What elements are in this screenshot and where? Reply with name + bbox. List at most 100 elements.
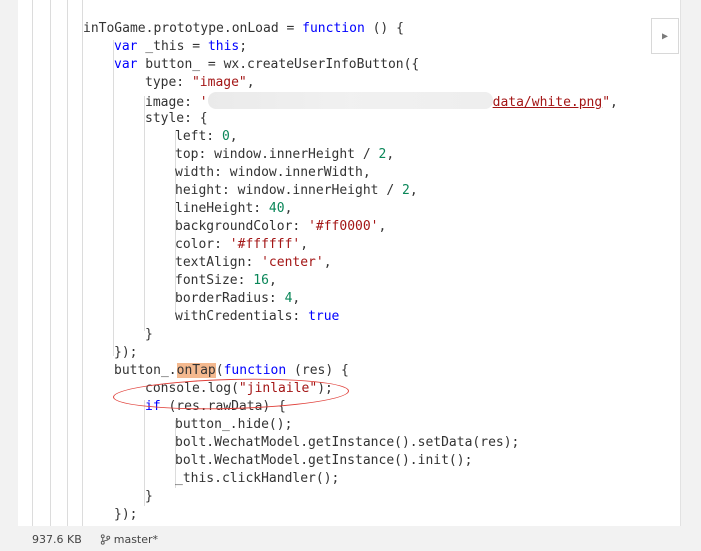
code-token: 2 bbox=[401, 183, 410, 198]
code-line: type: "image", bbox=[145, 74, 255, 92]
code-token: () { bbox=[364, 21, 404, 36]
code-token: , bbox=[386, 147, 395, 162]
code-line: withCredentials: true bbox=[175, 308, 339, 326]
code-token: onTap bbox=[176, 363, 216, 378]
code-token: '#ff0000' bbox=[308, 219, 379, 234]
code-token: style: { bbox=[145, 111, 208, 126]
code-token: color: bbox=[175, 237, 230, 252]
code-line: width: window.innerWidth, bbox=[175, 164, 371, 182]
indent-guide bbox=[67, 0, 68, 526]
code-token: 16 bbox=[253, 273, 269, 288]
branch-indicator[interactable]: master* bbox=[100, 533, 158, 546]
code-token: , bbox=[284, 201, 293, 216]
code-token: lineHeight: bbox=[175, 201, 269, 216]
code-token: button_ = wx.createUserInfoButton({ bbox=[137, 57, 420, 72]
code-line: height: window.innerHeight / 2, bbox=[175, 182, 418, 200]
code-token: (res) { bbox=[286, 363, 349, 378]
code-token: top: window.innerHeight / bbox=[175, 147, 379, 162]
code-token: left: bbox=[175, 129, 222, 144]
code-token bbox=[207, 92, 493, 109]
code-line: var _this = this; bbox=[114, 38, 247, 56]
code-token: , bbox=[292, 291, 301, 306]
code-token: ( bbox=[215, 363, 224, 378]
code-token: width: window.innerWidth, bbox=[175, 165, 371, 180]
code-token: backgroundColor: bbox=[175, 219, 309, 234]
code-line: } bbox=[145, 326, 153, 344]
code-token: image: bbox=[145, 95, 200, 110]
code-token: button_.hide(); bbox=[175, 417, 293, 432]
code-token: function bbox=[223, 363, 287, 378]
code-line: bolt.WechatModel.getInstance().setData(r… bbox=[175, 434, 519, 452]
code-token: function bbox=[302, 21, 365, 36]
code-line: } bbox=[145, 488, 153, 506]
code-token: ; bbox=[239, 39, 248, 54]
code-line: inToGame.prototype.onLoad = function () … bbox=[83, 20, 404, 38]
code-token: fontSize: bbox=[175, 273, 254, 288]
code-token: 40 bbox=[268, 201, 285, 216]
code-token: inToGame.prototype.onLoad = bbox=[83, 21, 303, 36]
code-token: bolt.WechatModel.getInstance().setData(r… bbox=[175, 435, 520, 450]
file-size: 937.6 KB bbox=[32, 532, 82, 546]
indent-guide bbox=[113, 40, 114, 356]
scroll-right-button[interactable]: ▶ bbox=[651, 18, 679, 54]
code-token: , bbox=[378, 219, 387, 234]
code-token: bolt.WechatModel.getInstance().init(); bbox=[175, 453, 473, 468]
code-line: }); bbox=[114, 506, 137, 524]
code-line: textAlign: 'center', bbox=[175, 254, 332, 272]
code-token: "image" bbox=[191, 75, 247, 90]
code-token: var bbox=[114, 39, 138, 54]
code-token: type: bbox=[145, 75, 192, 90]
code-line: button_.onTap(function (res) { bbox=[114, 362, 349, 380]
code-line: var button_ = wx.createUserInfoButton({ bbox=[114, 56, 419, 74]
code-token: textAlign: bbox=[175, 255, 262, 270]
code-token: data/white.png bbox=[492, 95, 603, 110]
indent-guide bbox=[144, 96, 145, 331]
code-line: button_.hide(); bbox=[175, 416, 292, 434]
code-token: } bbox=[145, 489, 153, 504]
chevron-right-icon: ▶ bbox=[661, 30, 669, 42]
code-line: }); bbox=[114, 344, 137, 362]
code-line: backgroundColor: '#ff0000', bbox=[175, 218, 386, 236]
indent-guide bbox=[32, 0, 33, 526]
code-line: lineHeight: 40, bbox=[175, 200, 292, 218]
code-line: fontSize: 16, bbox=[175, 272, 277, 290]
git-branch-icon bbox=[100, 533, 110, 545]
code-token: , bbox=[610, 95, 618, 110]
code-line: bolt.WechatModel.getInstance().init(); bbox=[175, 452, 472, 470]
code-token: } bbox=[145, 327, 153, 342]
code-token: " bbox=[602, 95, 611, 110]
branch-name: master* bbox=[113, 532, 159, 546]
code-token: , bbox=[229, 129, 238, 144]
code-token: '#ffffff' bbox=[229, 237, 301, 252]
code-token: ' bbox=[199, 95, 208, 110]
code-token: this bbox=[207, 39, 240, 54]
code-token: }); bbox=[114, 507, 138, 522]
code-token: button_. bbox=[114, 363, 177, 378]
status-bar: 937.6 KB master* bbox=[18, 527, 680, 551]
code-token: height: window.innerHeight / bbox=[175, 183, 402, 198]
code-token: , bbox=[268, 273, 277, 288]
code-token: , bbox=[246, 75, 255, 90]
code-line: left: 0, bbox=[175, 128, 238, 146]
code-token: }); bbox=[114, 345, 138, 360]
code-token: withCredentials: bbox=[175, 309, 309, 324]
indent-guide bbox=[82, 0, 83, 526]
code-token: , bbox=[409, 183, 418, 198]
code-token: 'center' bbox=[261, 255, 324, 270]
indent-guide bbox=[50, 0, 51, 526]
code-token: , bbox=[323, 255, 332, 270]
code-line: top: window.innerHeight / 2, bbox=[175, 146, 394, 164]
code-line: borderRadius: 4, bbox=[175, 290, 300, 308]
code-token: 0 bbox=[221, 129, 230, 144]
code-line: image: ' data/white.png", bbox=[145, 92, 618, 110]
code-line: color: '#ffffff', bbox=[175, 236, 308, 254]
code-token: _this = bbox=[137, 39, 208, 54]
code-token: borderRadius: bbox=[175, 291, 285, 306]
code-editor[interactable]: inToGame.prototype.onLoad = function () … bbox=[18, 0, 681, 526]
code-token: _this.clickHandler(); bbox=[175, 471, 340, 486]
code-token: , bbox=[300, 237, 309, 252]
code-line: style: { bbox=[145, 110, 208, 128]
code-token: var bbox=[114, 57, 138, 72]
code-token: true bbox=[308, 309, 340, 324]
code-line: _this.clickHandler(); bbox=[175, 470, 339, 488]
